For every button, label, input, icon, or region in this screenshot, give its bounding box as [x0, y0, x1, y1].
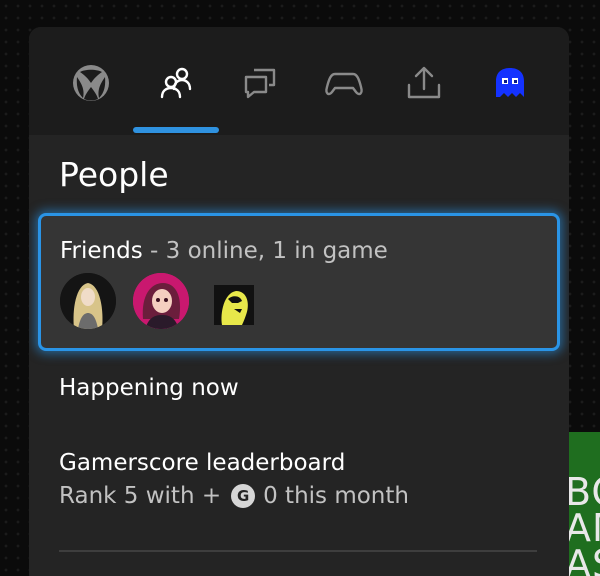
happening-now-item[interactable]: Happening now	[59, 375, 239, 401]
chat-icon	[244, 68, 276, 99]
gamerscore-g-icon: G	[231, 484, 256, 508]
share-icon	[407, 66, 441, 99]
friend-avatar-1	[60, 273, 116, 329]
xbox-guide-panel: People Friends - 3 online, 1 in game Hap…	[29, 27, 569, 576]
tab-profile[interactable]	[478, 55, 542, 111]
friends-summary: Friends - 3 online, 1 in game	[60, 238, 388, 264]
gamerscore-leaderboard-item[interactable]: Gamerscore leaderboard	[59, 450, 345, 476]
friend-avatar-2	[133, 273, 189, 329]
friend-avatar-3	[214, 285, 254, 325]
tab-people[interactable]	[144, 55, 208, 111]
page-title: People	[59, 155, 169, 194]
background-game-tile: BO AM AS	[565, 432, 600, 576]
ghost-avatar-icon	[496, 68, 524, 97]
controller-icon	[325, 72, 363, 96]
tab-xbox-home[interactable]	[59, 55, 123, 111]
guide-tab-bar	[29, 27, 569, 135]
selected-tab-indicator	[133, 127, 219, 133]
rank-suffix: 0 this month	[263, 483, 409, 509]
rank-prefix: Rank 5 with +	[59, 483, 222, 509]
friends-card[interactable]: Friends - 3 online, 1 in game	[38, 213, 560, 351]
friends-status: - 3 online, 1 in game	[142, 238, 388, 264]
people-icon	[160, 67, 192, 99]
background-tile-text: BO AM AS	[565, 470, 600, 576]
leaderboard-rank: Rank 5 with + G 0 this month	[59, 483, 409, 509]
friends-label: Friends	[60, 238, 143, 264]
tab-chat[interactable]	[228, 55, 292, 111]
tab-controller[interactable]	[312, 55, 376, 111]
divider	[59, 550, 537, 552]
tab-share[interactable]	[392, 55, 456, 111]
xbox-logo-icon	[73, 65, 109, 101]
